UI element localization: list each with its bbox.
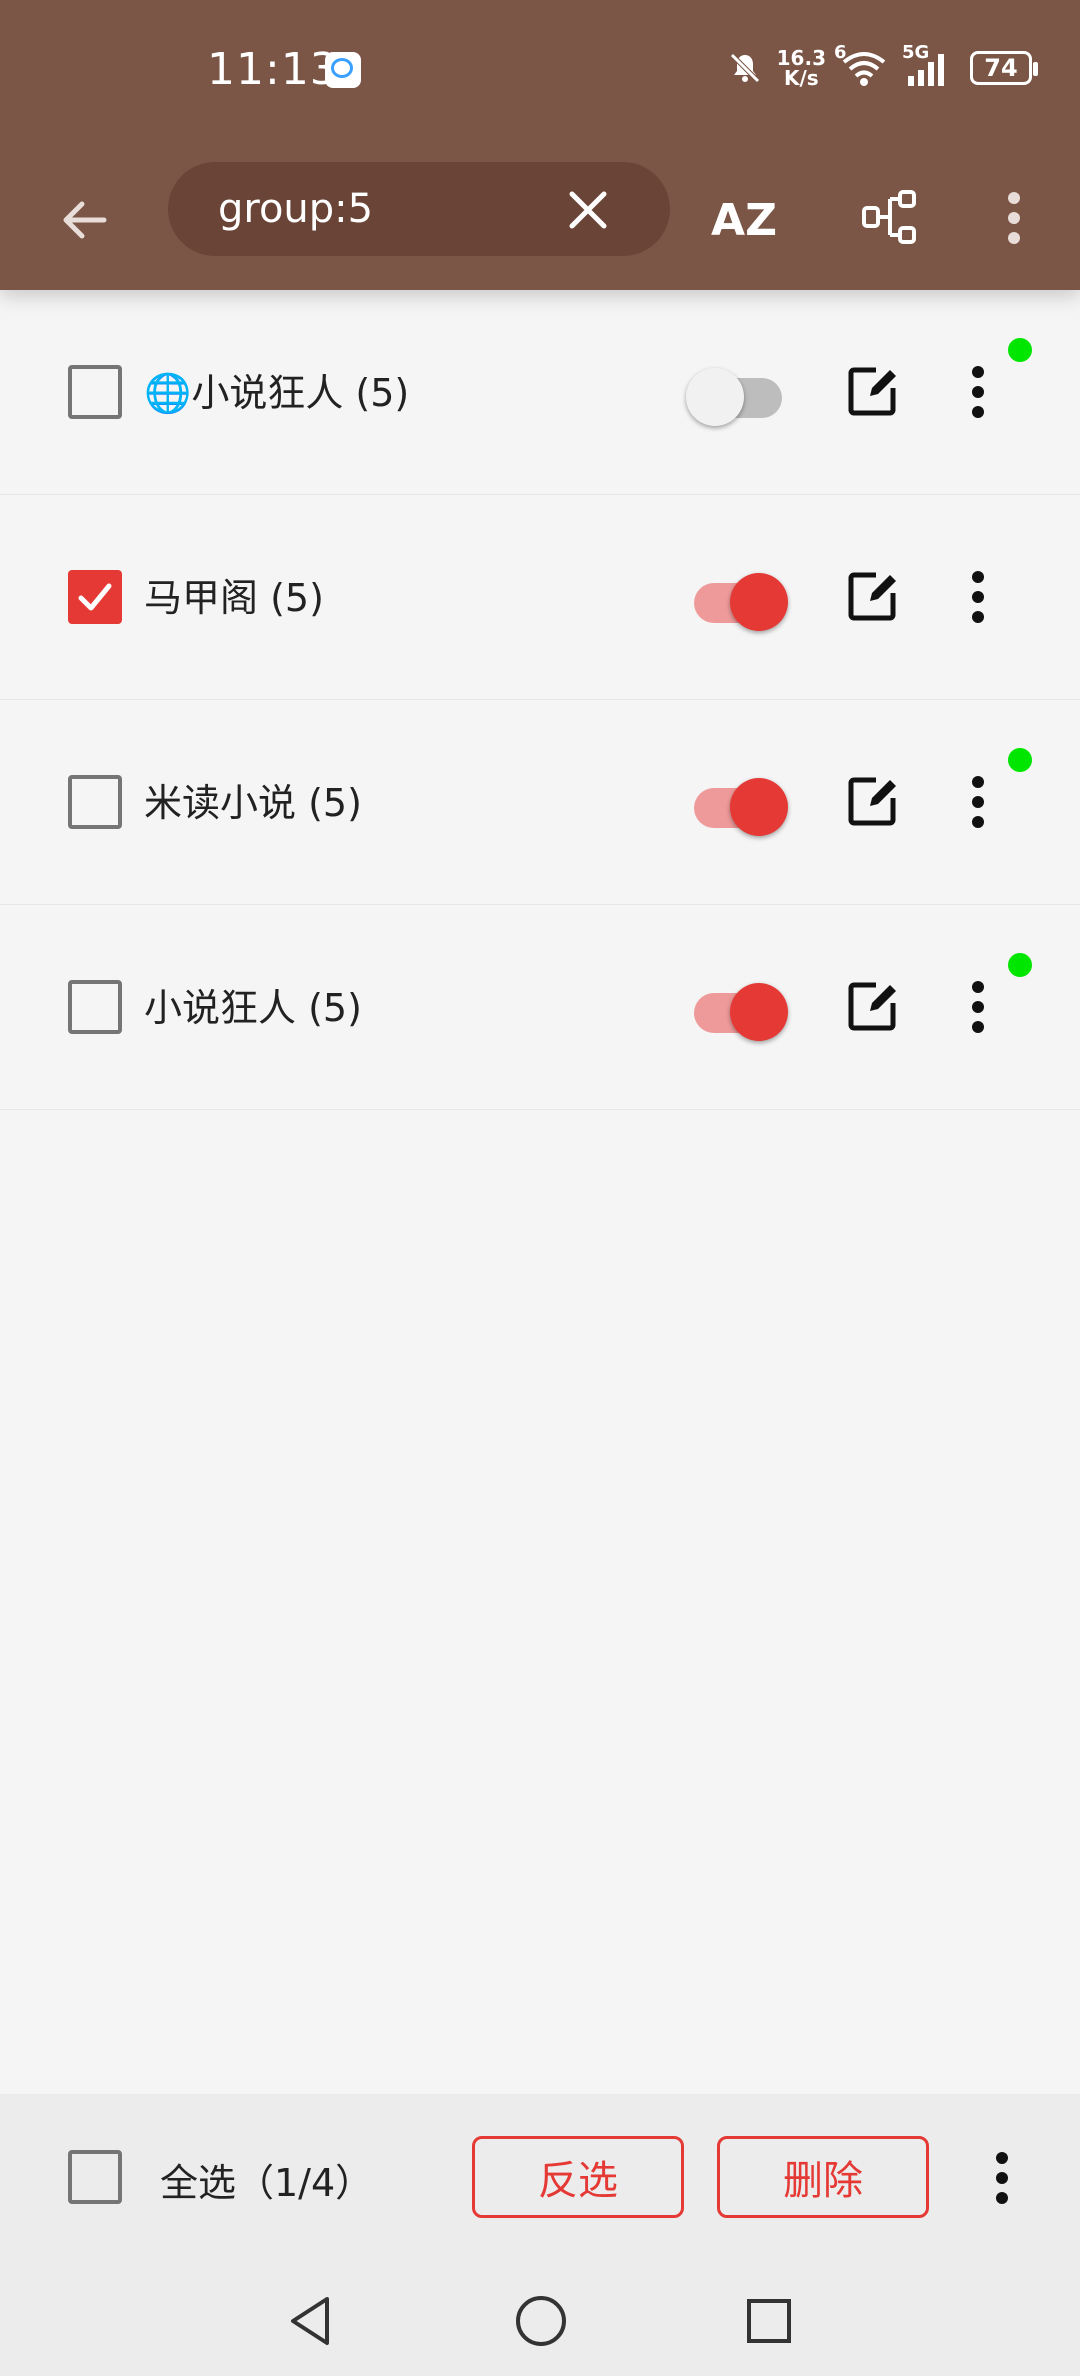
back-button[interactable] <box>48 184 120 256</box>
battery-indicator: 74 <box>970 51 1038 85</box>
clear-search-button[interactable] <box>558 180 618 240</box>
toolbar: AZ <box>0 140 1080 280</box>
row-more-button[interactable] <box>960 354 996 430</box>
row-more-button[interactable] <box>960 969 996 1045</box>
source-row[interactable]: 米读小说 (5) <box>0 700 1080 905</box>
switch-thumb <box>730 778 788 836</box>
enable-switch[interactable] <box>686 368 790 426</box>
app-bar: 11:13 16.3 K/s 6 5G 74 group:5 AZ <box>0 0 1080 290</box>
select-all-label[interactable]: 全选（1/4） <box>160 2152 373 2207</box>
more-vertical-icon <box>972 776 984 828</box>
enable-switch[interactable] <box>690 983 790 1041</box>
more-vertical-icon <box>996 2152 1008 2204</box>
status-dot <box>1008 953 1032 977</box>
edit-icon <box>848 367 896 416</box>
switch-thumb <box>730 573 788 631</box>
nav-recents-button[interactable] <box>734 2286 804 2356</box>
edit-button[interactable] <box>838 356 908 426</box>
bottom-action-bar: 全选（1/4） 反选 删除 <box>0 2094 1080 2264</box>
circle-home-icon <box>516 2296 566 2346</box>
checkmark-icon <box>78 583 112 611</box>
source-title: 小说狂人 (5) <box>144 986 362 1030</box>
overflow-menu-button[interactable] <box>990 178 1038 258</box>
bottom-more-button[interactable] <box>984 2140 1020 2216</box>
system-nav-bar <box>0 2264 1080 2376</box>
more-vertical-icon <box>1008 192 1020 244</box>
square-recents-icon <box>747 2299 791 2343</box>
edit-icon <box>848 572 896 621</box>
more-vertical-icon <box>972 366 984 418</box>
select-all-checkbox[interactable] <box>68 2150 122 2204</box>
search-box <box>168 162 670 256</box>
chat-notification-icon <box>325 52 361 88</box>
row-more-button[interactable] <box>960 764 996 840</box>
more-vertical-icon <box>972 571 984 623</box>
sort-button[interactable]: AZ <box>704 180 784 260</box>
edit-button[interactable] <box>838 766 908 836</box>
bell-off-icon <box>727 50 763 86</box>
wifi-icon: 6 <box>834 42 888 88</box>
edit-button[interactable] <box>838 971 908 1041</box>
edit-icon <box>848 982 896 1031</box>
search-input[interactable] <box>216 178 550 240</box>
row-checkbox[interactable] <box>68 570 122 624</box>
cellular-signal-icon: 5G <box>902 42 956 88</box>
group-tree-icon <box>862 190 916 244</box>
row-more-button[interactable] <box>960 559 996 635</box>
source-row[interactable]: 小说狂人 (5) <box>0 905 1080 1110</box>
source-row[interactable]: 🌐小说狂人 (5) <box>0 290 1080 495</box>
switch-thumb <box>686 368 744 426</box>
status-dot <box>1008 748 1032 772</box>
source-title: 马甲阁 (5) <box>144 576 324 620</box>
arrow-left-icon <box>63 201 107 239</box>
nav-back-button[interactable] <box>276 2286 346 2356</box>
more-vertical-icon <box>972 981 984 1033</box>
source-list: 🌐小说狂人 (5) 马甲阁 (5) 米读小说 (5) 小说狂人 (5) <box>0 290 1080 1110</box>
edit-icon <box>848 777 896 826</box>
status-bar: 11:13 16.3 K/s 6 5G 74 <box>0 0 1080 140</box>
triangle-back-icon <box>291 2297 329 2345</box>
enable-switch[interactable] <box>690 573 790 631</box>
row-checkbox[interactable] <box>68 775 122 829</box>
network-type: 5G <box>902 42 930 63</box>
wifi-label: 6 <box>834 42 847 63</box>
status-icons: 16.3 K/s 6 5G 74 <box>727 42 1038 90</box>
status-time: 11:13 <box>207 44 339 95</box>
sort-az-icon: AZ <box>711 194 777 246</box>
invert-selection-button[interactable]: 反选 <box>472 2136 684 2218</box>
status-dot <box>1008 338 1032 362</box>
nav-home-button[interactable] <box>506 2286 576 2356</box>
source-row[interactable]: 马甲阁 (5) <box>0 495 1080 700</box>
delete-button[interactable]: 删除 <box>717 2136 929 2218</box>
source-title: 🌐小说狂人 (5) <box>144 371 410 415</box>
switch-thumb <box>730 983 788 1041</box>
net-speed: 16.3 K/s <box>777 48 826 88</box>
close-icon <box>569 191 607 229</box>
source-title: 米读小说 (5) <box>144 781 362 825</box>
net-speed-unit: K/s <box>783 66 819 90</box>
row-checkbox[interactable] <box>68 980 122 1034</box>
group-button[interactable] <box>850 178 930 258</box>
edit-button[interactable] <box>838 561 908 631</box>
enable-switch[interactable] <box>690 778 790 836</box>
row-checkbox[interactable] <box>68 365 122 419</box>
